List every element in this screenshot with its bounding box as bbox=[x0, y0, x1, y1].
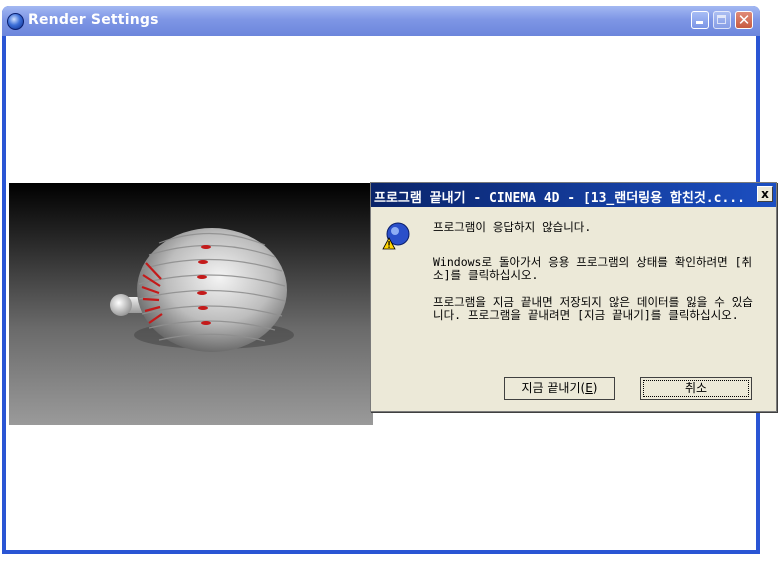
end-program-dialog: 프로그램 끝내기 - CINEMA 4D - [13_랜더링용 합친것.c...… bbox=[370, 182, 777, 412]
minimize-button[interactable] bbox=[691, 11, 709, 29]
rendered-sphere-image bbox=[110, 228, 294, 352]
dialog-title-bar[interactable]: 프로그램 끝내기 - CINEMA 4D - [13_랜더링용 합친것.c...… bbox=[371, 183, 776, 207]
warning-app-icon bbox=[382, 222, 410, 250]
cancel-button[interactable]: 취소 bbox=[640, 377, 752, 400]
dialog-title: 프로그램 끝내기 - CINEMA 4D - [13_랜더링용 합친것.c... bbox=[374, 191, 745, 206]
end-now-button[interactable]: 지금 끝내기(E) bbox=[504, 377, 615, 400]
cinema4d-app-icon bbox=[7, 13, 24, 30]
close-button[interactable]: ✕ bbox=[735, 11, 753, 29]
end-now-label-suffix: ) bbox=[592, 381, 598, 395]
close-icon: x bbox=[761, 187, 769, 201]
window-title-bar[interactable]: Render Settings ✕ bbox=[2, 6, 760, 36]
dialog-message-cancel-hint: Windows로 돌아가서 응용 프로그램의 상태를 확인하려면 [취소]를 클… bbox=[433, 255, 753, 282]
close-icon: ✕ bbox=[737, 11, 751, 29]
render-preview bbox=[9, 183, 373, 425]
dialog-message-not-responding: 프로그램이 응답하지 않습니다. bbox=[433, 220, 592, 234]
end-now-label: 지금 끝내기( bbox=[521, 381, 586, 395]
dialog-close-button[interactable]: x bbox=[757, 186, 773, 202]
end-now-mnemonic: E bbox=[585, 381, 593, 395]
window-title: Render Settings bbox=[28, 12, 159, 28]
dialog-message-end-warning: 프로그램을 지금 끝내면 저장되지 않은 데이터를 잃을 수 있습니다. 프로그… bbox=[433, 295, 753, 322]
maximize-button[interactable] bbox=[713, 11, 731, 29]
